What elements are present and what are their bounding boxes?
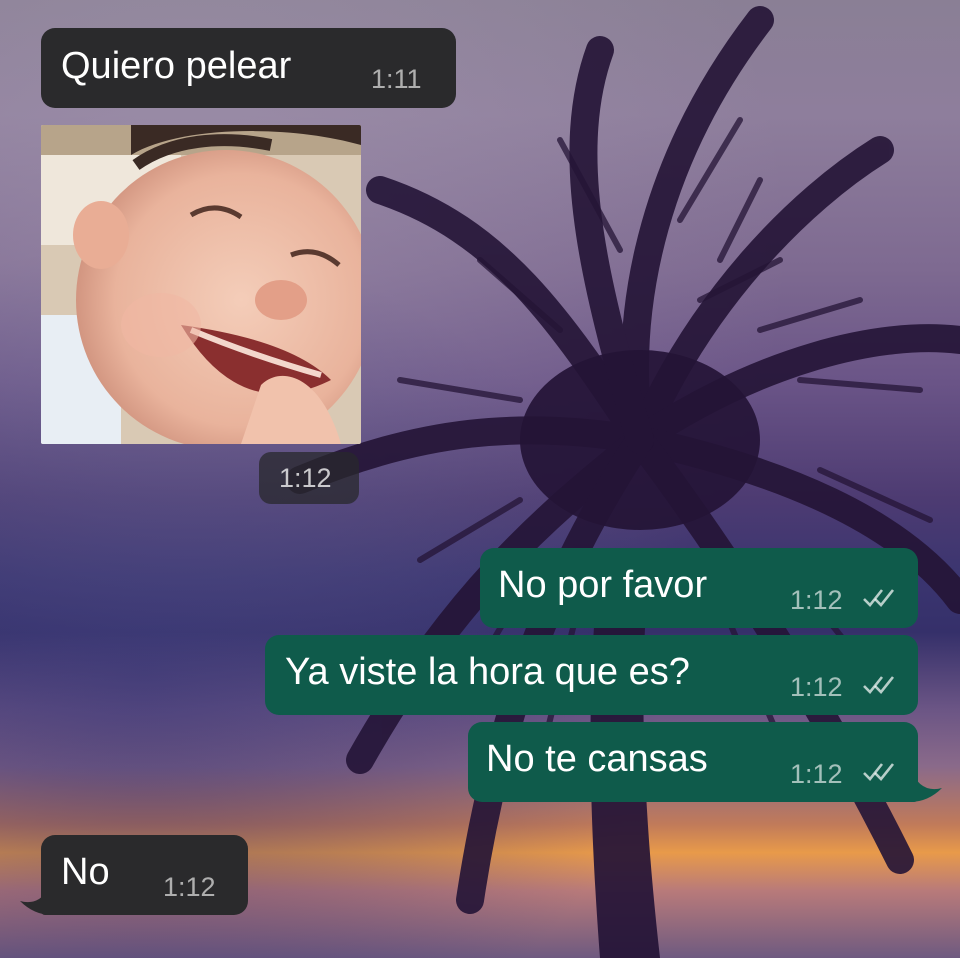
outgoing-message-bubble[interactable]: No te cansas 1:12: [468, 722, 918, 802]
photo-time-pill: 1:12: [259, 452, 359, 504]
message-time: 1:12: [790, 585, 843, 615]
message-time: 1:12: [790, 672, 843, 702]
baby-photo-image: [41, 125, 361, 444]
message-text: Quiero pelear: [61, 45, 292, 87]
message-time: 1:11: [371, 64, 422, 94]
message-text: No por favor: [498, 564, 708, 606]
bubble-tail: [20, 881, 52, 915]
message-text: No: [61, 851, 110, 893]
incoming-message-bubble[interactable]: Quiero pelear 1:11: [41, 28, 456, 108]
incoming-message-bubble[interactable]: No 1:12: [41, 835, 248, 915]
incoming-photo-message[interactable]: [41, 125, 361, 444]
read-ticks-icon: [863, 676, 895, 694]
read-ticks-icon: [863, 589, 895, 607]
message-text: Ya viste la hora que es?: [285, 651, 690, 693]
outgoing-message-bubble[interactable]: No por favor 1:12: [480, 548, 918, 628]
outgoing-message-bubble[interactable]: Ya viste la hora que es? 1:12: [265, 635, 918, 715]
message-time: 1:12: [790, 759, 843, 789]
message-time: 1:12: [163, 872, 216, 902]
read-ticks-icon: [863, 763, 895, 781]
message-time: 1:12: [279, 463, 332, 493]
bubble-tail: [910, 768, 942, 802]
message-text: No te cansas: [486, 738, 708, 780]
